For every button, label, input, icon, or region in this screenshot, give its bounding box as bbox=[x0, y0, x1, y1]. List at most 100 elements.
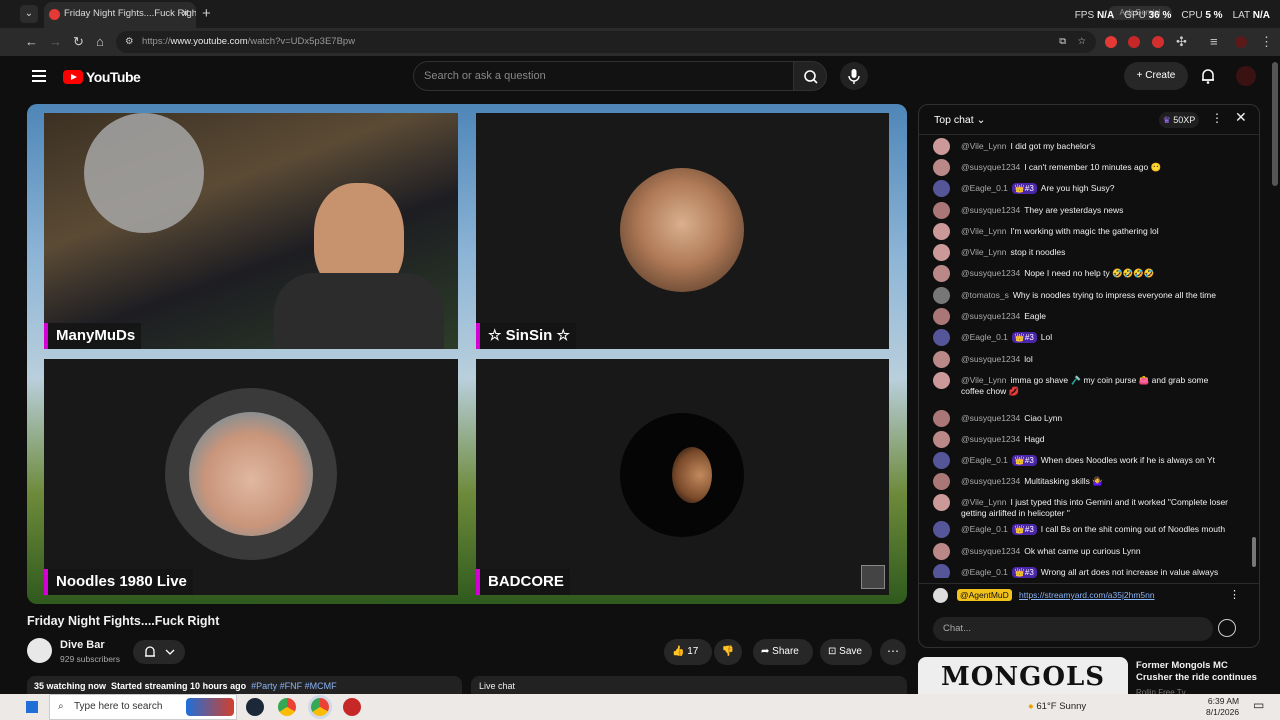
extension-icon[interactable] bbox=[1128, 36, 1140, 48]
chat-menu-icon[interactable]: ⋮ bbox=[1211, 111, 1223, 125]
chat-message[interactable]: @susyque1234 They are yesterdays news bbox=[933, 202, 1229, 219]
youtube-logo[interactable]: YouTube bbox=[63, 69, 141, 85]
chat-author[interactable]: @Eagle_0.1 bbox=[961, 455, 1008, 465]
live-chat-toggle[interactable]: Live chat bbox=[471, 676, 907, 696]
install-app-icon[interactable]: ⧉ bbox=[1059, 31, 1066, 53]
chrome-active-icon[interactable] bbox=[311, 698, 329, 716]
tab-active[interactable]: Friday Night Fights....Fuck Right ✕ bbox=[44, 2, 196, 28]
chat-author[interactable]: @susyque1234 bbox=[961, 546, 1020, 556]
hamburger-menu-icon[interactable] bbox=[32, 70, 46, 82]
extension-icon[interactable] bbox=[1105, 36, 1117, 48]
avatar[interactable] bbox=[933, 180, 950, 197]
chat-author[interactable]: @Eagle_0.1 bbox=[961, 524, 1008, 534]
forward-arrow-icon[interactable]: → bbox=[49, 34, 62, 49]
account-avatar[interactable] bbox=[1236, 66, 1256, 86]
tab-search-button[interactable]: ⌄ bbox=[20, 5, 38, 23]
chat-input[interactable]: Chat... bbox=[933, 617, 1213, 641]
avatar[interactable] bbox=[933, 410, 950, 427]
profile-avatar[interactable] bbox=[1235, 36, 1247, 48]
chat-message[interactable]: @Eagle_0.1 👑#3 I call Bs on the shit comin… bbox=[933, 521, 1229, 538]
chat-close-icon[interactable]: ✕ bbox=[1235, 109, 1247, 126]
avatar[interactable] bbox=[933, 521, 950, 538]
chat-message[interactable]: @tomatos_s Why is noodles trying to impre… bbox=[933, 287, 1229, 304]
chat-author[interactable]: @susyque1234 bbox=[961, 205, 1020, 215]
avatar[interactable] bbox=[933, 431, 950, 448]
avatar[interactable] bbox=[933, 244, 950, 261]
app-icon[interactable] bbox=[343, 698, 361, 716]
chat-message[interactable]: @Vile_Lynn stop it noodles bbox=[933, 244, 1229, 261]
browser-menu-icon[interactable]: ⋮ bbox=[1260, 34, 1273, 50]
chat-author[interactable]: @susyque1234 bbox=[961, 413, 1020, 423]
video-player[interactable]: ManyMuDs ☆ SinSin ☆ Noodles 1980 Live BA… bbox=[27, 104, 907, 604]
avatar[interactable] bbox=[933, 287, 950, 304]
avatar[interactable] bbox=[933, 223, 950, 240]
hashtags[interactable]: #Party #FNF #MCMF bbox=[251, 681, 337, 691]
channel-avatar[interactable] bbox=[27, 638, 52, 663]
extension-icon[interactable] bbox=[1152, 36, 1164, 48]
page-scrollbar[interactable] bbox=[1272, 62, 1278, 186]
share-button[interactable]: ➦ Share bbox=[753, 639, 813, 665]
chat-message[interactable]: @Eagle_0.1 👑#3 Are you high Susy? bbox=[933, 180, 1229, 197]
chat-message[interactable]: @susyque1234 Hagd bbox=[933, 431, 1229, 448]
avatar[interactable] bbox=[933, 564, 950, 578]
avatar[interactable] bbox=[933, 452, 950, 469]
search-input[interactable]: Search or ask a question bbox=[413, 61, 793, 91]
avatar[interactable] bbox=[933, 543, 950, 560]
weather-widget[interactable]: ● 61°F Sunny bbox=[1028, 701, 1086, 712]
chat-author[interactable]: @susyque1234 bbox=[961, 434, 1020, 444]
channel-name[interactable]: Dive Bar bbox=[60, 639, 105, 651]
chat-author[interactable]: @Vile_Lynn bbox=[961, 141, 1007, 151]
chat-author[interactable]: @tomatos_s bbox=[961, 290, 1009, 300]
taskbar-widget[interactable] bbox=[186, 698, 234, 716]
chat-message[interactable]: @Vile_Lynn I just typed this into Gemini … bbox=[933, 494, 1229, 518]
address-bar[interactable]: ⚙ https://www.youtube.com/watch?v=UDx5p3… bbox=[116, 31, 1096, 53]
chat-author[interactable]: @Vile_Lynn bbox=[961, 226, 1007, 236]
notifications-bell-icon[interactable] bbox=[1198, 66, 1218, 86]
chat-mode-dropdown[interactable]: Top chat ⌄ bbox=[934, 114, 985, 126]
chat-message[interactable]: @susyque1234 Nope I need no help ty 🤣🤣🤣🤣 bbox=[933, 265, 1229, 282]
tab-close-icon[interactable]: ✕ bbox=[181, 2, 190, 26]
emoji-icon[interactable] bbox=[1218, 619, 1236, 637]
chat-author[interactable]: @susyque1234 bbox=[961, 311, 1020, 321]
save-button[interactable]: ⊡ Save bbox=[820, 639, 872, 665]
avatar[interactable] bbox=[933, 138, 950, 155]
home-icon[interactable]: ⌂ bbox=[96, 34, 104, 49]
xp-badge[interactable]: ♛ 50XP bbox=[1159, 112, 1199, 128]
description-box[interactable]: 35 watching now Started streaming 10 hou… bbox=[27, 676, 462, 696]
reading-list-icon[interactable]: ≡ bbox=[1210, 34, 1218, 49]
reload-icon[interactable]: ↻ bbox=[73, 34, 84, 50]
pinned-menu-icon[interactable]: ⋮ bbox=[1229, 588, 1240, 601]
chat-message[interactable]: @Vile_Lynn imma go shave 🪒 my coin purse … bbox=[933, 372, 1229, 396]
search-button[interactable] bbox=[793, 61, 827, 91]
site-info-icon[interactable]: ⚙ bbox=[125, 31, 134, 53]
notifications-icon[interactable]: ▭ bbox=[1253, 698, 1264, 712]
chat-message[interactable]: @susyque1234 Ciao Lynn bbox=[933, 410, 1229, 427]
chat-message[interactable]: @Vile_Lynn I did got my bachelor's bbox=[933, 138, 1229, 155]
chat-message[interactable]: @susyque1234 Multitasking skills 🤷‍♀️ bbox=[933, 473, 1229, 490]
chat-message[interactable]: @Eagle_0.1 👑#3 Wrong all art does not incr… bbox=[933, 564, 1229, 578]
chat-scrollbar[interactable] bbox=[1252, 143, 1256, 573]
avatar[interactable] bbox=[933, 372, 950, 389]
chat-author[interactable]: @susyque1234 bbox=[961, 354, 1020, 364]
chat-author[interactable]: @Eagle_0.1 bbox=[961, 183, 1008, 193]
chat-scrollbar-thumb[interactable] bbox=[1252, 537, 1256, 567]
like-button[interactable]: 👍 17 bbox=[664, 639, 712, 665]
chrome-icon[interactable] bbox=[278, 698, 296, 716]
avatar[interactable] bbox=[933, 494, 950, 511]
recommendation-thumbnail[interactable]: MONGOLS bbox=[918, 657, 1128, 695]
notification-preference-button[interactable] bbox=[133, 640, 185, 664]
chat-message[interactable]: @susyque1234 Eagle bbox=[933, 308, 1229, 325]
chat-message[interactable]: @Eagle_0.1 👑#3 When does Noodles work if h… bbox=[933, 452, 1229, 469]
bookmark-star-icon[interactable]: ☆ bbox=[1077, 31, 1086, 53]
avatar[interactable] bbox=[933, 329, 950, 346]
system-clock[interactable]: 6:39 AM 8/1/2026 bbox=[1206, 696, 1239, 718]
more-actions-button[interactable]: ⋯ bbox=[880, 639, 906, 665]
chat-author[interactable]: @susyque1234 bbox=[961, 268, 1020, 278]
chat-author[interactable]: @susyque1234 bbox=[961, 162, 1020, 172]
dislike-button[interactable]: 👎 bbox=[714, 639, 742, 665]
avatar[interactable] bbox=[933, 308, 950, 325]
new-tab-button[interactable]: + bbox=[202, 5, 211, 22]
chat-author[interactable]: @Vile_Lynn bbox=[961, 247, 1007, 257]
create-button[interactable]: + Create bbox=[1124, 62, 1188, 90]
avatar[interactable] bbox=[933, 473, 950, 490]
